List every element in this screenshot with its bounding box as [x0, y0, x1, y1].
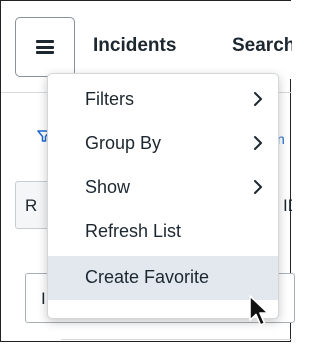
header-bar: Incidents Search: [1, 1, 292, 79]
window-frame: Incidents Search n R ID I Filters Group …: [0, 0, 295, 342]
menu-item-label: Refresh List: [85, 221, 182, 241]
chevron-right-icon: [254, 180, 262, 194]
menu-item-create-favorite[interactable]: Create Favorite: [48, 256, 278, 300]
chevron-right-icon: [254, 92, 262, 106]
menu-toggle-button[interactable]: [15, 17, 75, 77]
menu-item-label: Filters: [85, 89, 134, 109]
menu-item-group-by[interactable]: Group By: [48, 122, 278, 166]
hamburger-icon: [36, 40, 54, 54]
search-label[interactable]: Search: [232, 35, 292, 57]
menu-item-label: Show: [85, 177, 131, 197]
background-row-button-label: R: [25, 196, 38, 215]
background-column-text: ID: [283, 196, 292, 215]
list-options-menu: Filters Group By Show Refresh List Creat…: [47, 73, 279, 319]
menu-item-filters[interactable]: Filters: [48, 78, 278, 122]
background-link[interactable]: n: [277, 131, 292, 147]
menu-item-show[interactable]: Show: [48, 166, 278, 210]
page-title: Incidents: [93, 35, 177, 56]
chevron-right-icon: [254, 136, 262, 150]
menu-item-label: Group By: [85, 133, 162, 153]
menu-item-refresh-list[interactable]: Refresh List: [48, 210, 278, 254]
background-divider: [61, 339, 292, 340]
menu-item-label: Create Favorite: [85, 267, 210, 287]
background-input-text: I: [41, 289, 46, 308]
mouse-pointer-icon: [249, 295, 269, 326]
